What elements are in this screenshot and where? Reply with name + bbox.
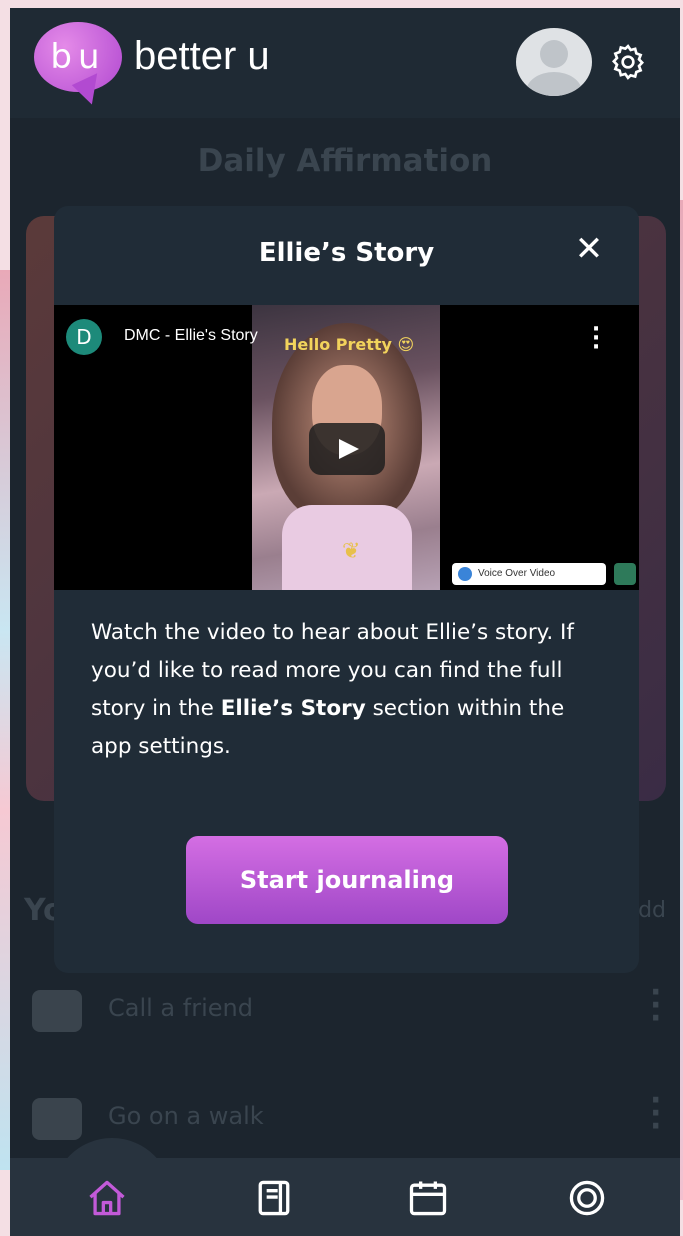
bottom-nav xyxy=(10,1158,680,1236)
voice-over-badge: Voice Over Video xyxy=(452,563,606,585)
todo-label: Call a friend xyxy=(108,994,253,1022)
avatar-body xyxy=(526,72,582,96)
close-icon: ✕ xyxy=(574,229,604,269)
page-title: Daily Affirmation xyxy=(197,143,493,179)
avatar[interactable] xyxy=(516,28,592,96)
play-button[interactable] xyxy=(309,423,385,475)
app-header: bu better u xyxy=(10,8,680,118)
start-journaling-button[interactable]: Start journaling xyxy=(186,836,508,924)
video-player[interactable]: ❦ Hello Pretty 😍 D DMC - Ellie's Story ·… xyxy=(54,305,639,590)
todo-label: Go on a walk xyxy=(108,1102,264,1130)
gear-icon[interactable] xyxy=(608,42,648,82)
app-screen: bu better u Daily Affirmation Yo Add Cal… xyxy=(10,8,680,1236)
butterfly-icon: ❦ xyxy=(342,539,361,564)
video-overlay-text: Hello Pretty 😍 xyxy=(284,335,415,354)
video-title[interactable]: DMC - Ellie's Story xyxy=(124,327,258,345)
todo-checkbox[interactable] xyxy=(32,1098,82,1140)
todo-checkbox[interactable] xyxy=(32,990,82,1032)
more-options-icon[interactable]: · · · xyxy=(650,1086,661,1142)
lifebuoy-icon[interactable] xyxy=(565,1176,609,1220)
channel-avatar[interactable]: D xyxy=(66,319,102,355)
modal-title: Ellie’s Story xyxy=(258,238,435,268)
story-modal: Ellie’s Story ✕ ❦ Hello Pretty 😍 D DMC -… xyxy=(54,206,639,973)
calendar-icon[interactable] xyxy=(406,1176,450,1220)
avatar-head xyxy=(540,40,568,68)
accessibility-icon[interactable] xyxy=(614,563,636,585)
home-icon[interactable] xyxy=(85,1176,129,1220)
brand-name: better u xyxy=(134,34,270,78)
app-canvas: bu better u Daily Affirmation Yo Add Cal… xyxy=(0,0,683,1236)
video-menu-icon[interactable]: · · · xyxy=(589,319,603,359)
modal-description: Watch the video to hear about Ellie’s st… xyxy=(91,614,611,766)
logo: bu xyxy=(34,22,122,92)
description-bold-link: Ellie’s Story xyxy=(220,696,366,721)
close-button[interactable]: ✕ xyxy=(572,232,606,266)
list-item: Call a friend · · · xyxy=(10,978,680,1040)
more-options-icon[interactable]: · · · xyxy=(650,978,661,1034)
journal-icon[interactable] xyxy=(252,1176,296,1220)
